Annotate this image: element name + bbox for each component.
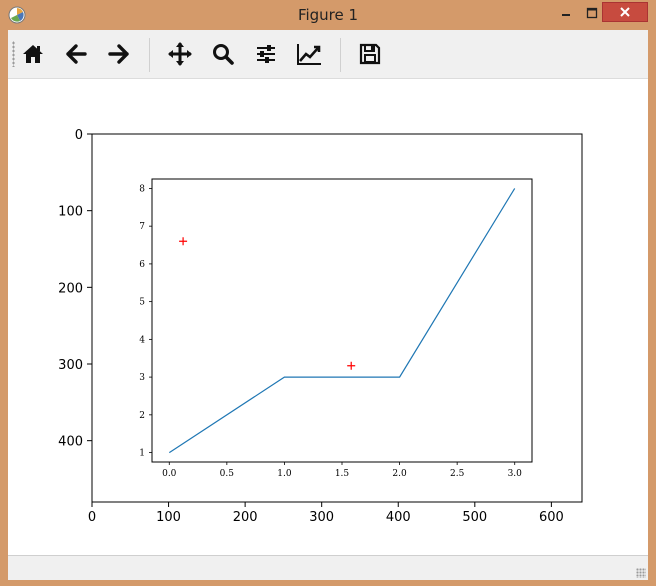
status-bar [8,555,648,580]
toolbar-separator [149,38,150,72]
outer-x-tick-label: 100 [156,510,181,525]
inner-y-tick-label: 8 [139,184,145,194]
outer-x-ticks: 0 100 200 300 400 500 600 [88,502,564,525]
outer-x-tick-label: 500 [462,510,487,525]
outer-x-tick-label: 600 [539,510,564,525]
title-bar[interactable]: Figure 1 [0,0,656,30]
floppy-disk-icon [359,43,381,65]
save-button[interactable] [353,38,387,70]
inner-y-tick-label: 4 [139,335,145,345]
toolbar-grip[interactable] [12,41,15,67]
outer-y-tick-label: 400 [58,435,83,450]
resize-grip[interactable] [636,568,646,578]
maximize-icon [586,7,598,19]
sliders-icon [257,45,275,63]
arrow-left-icon [66,44,87,64]
figure-svg: 0 100 200 300 400 500 600 0 100 200 300 400 0.0 0.5… [58,128,583,525]
inner-x-tick-label: 1.0 [277,469,292,479]
navigation-toolbar [8,30,648,79]
magnifier-icon [213,44,234,65]
home-icon [23,45,43,63]
pan-button[interactable] [163,38,197,70]
inner-y-tick-label: 6 [139,260,145,270]
inner-y-tick-label: 7 [139,222,145,232]
inner-plot-image: 0.0 0.5 1.0 1.5 2.0 2.5 3.0 1 2 3 4 5 6 7 8 [139,178,533,479]
minimize-icon [562,14,570,16]
outer-y-tick-label: 200 [58,281,83,296]
outer-x-tick-label: 200 [233,510,258,525]
figure-canvas[interactable]: 0 100 200 300 400 500 600 0 100 200 300 400 0.0 0.5… [8,79,648,555]
arrow-right-icon [108,44,129,64]
outer-x-tick-label: 0 [88,510,96,525]
inner-x-tick-label: 3.0 [508,469,523,479]
home-button[interactable] [16,38,50,70]
inner-y-tick-label: 3 [139,373,145,383]
edit-axes-button[interactable] [292,38,326,70]
inner-x-tick-label: 2.5 [450,469,465,479]
outer-y-tick-label: 100 [58,205,83,220]
outer-x-tick-label: 400 [386,510,411,525]
outer-y-tick-label: 300 [58,358,83,373]
inner-x-tick-label: 2.0 [392,469,407,479]
inner-x-tick-label: 0.5 [220,469,235,479]
outer-y-ticks: 0 100 200 300 400 [58,128,92,450]
forward-button[interactable] [102,38,136,70]
inner-axes-frame [151,178,533,463]
subplots-button[interactable] [249,38,283,70]
outer-x-tick-label: 300 [309,510,334,525]
inner-y-tick-label: 1 [139,449,145,459]
inner-x-tick-label: 1.5 [335,469,350,479]
toolbar-separator [340,38,341,72]
inner-x-tick-label: 0.0 [162,469,177,479]
close-icon [620,7,630,17]
figure-window: Figure 1 0 100 200 300 400 500 600 0 100… [0,0,656,586]
back-button[interactable] [59,38,93,70]
inner-y-tick-label: 5 [139,298,145,308]
move-icon [168,42,192,66]
close-button[interactable] [602,2,648,22]
zoom-button[interactable] [206,38,240,70]
client-area: 0 100 200 300 400 500 600 0 100 200 300 400 0.0 0.5… [8,30,648,580]
outer-y-tick-label: 0 [75,128,83,143]
minimize-button[interactable] [552,4,580,22]
line-chart-icon [297,44,321,65]
inner-y-tick-label: 2 [139,411,145,421]
